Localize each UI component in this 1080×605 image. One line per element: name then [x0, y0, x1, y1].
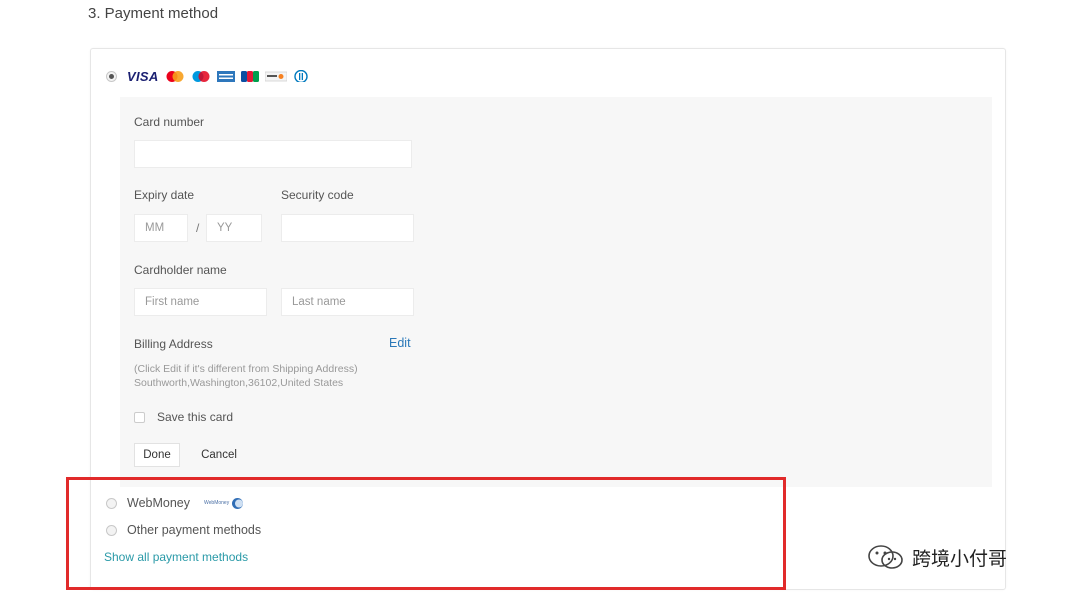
expiry-month-input[interactable]: MM [134, 214, 188, 242]
jcb-icon [240, 71, 259, 82]
expiry-year-input[interactable]: YY [206, 214, 262, 242]
last-name-input[interactable]: Last name [281, 288, 414, 316]
security-code-input[interactable] [281, 214, 414, 242]
done-button[interactable]: Done [134, 443, 180, 467]
card-option-radio[interactable] [106, 70, 117, 82]
save-card-label: Save this card [157, 410, 234, 424]
save-card-checkbox[interactable] [134, 412, 145, 423]
billing-address-value: Southworth,Washington,36102,United State… [134, 377, 344, 389]
discover-icon [264, 71, 287, 82]
cardholder-name-label: Cardholder name [134, 263, 227, 277]
billing-address-label: Billing Address [134, 337, 213, 351]
card-payment-option[interactable]: VISA [106, 66, 309, 86]
expiry-date-label: Expiry date [134, 188, 195, 202]
visa-logo: VISA [127, 68, 159, 84]
cancel-button[interactable]: Cancel [196, 443, 242, 467]
watermark-text: 跨境小付哥 [912, 547, 1008, 570]
expiry-separator: / [196, 221, 200, 235]
highlight-box [66, 477, 786, 590]
section-title: 3. Payment method [88, 5, 219, 22]
watermark: 跨境小付哥 [866, 542, 1007, 572]
diners-icon [293, 70, 308, 82]
card-number-input[interactable] [134, 140, 412, 168]
maestro-icon [192, 71, 210, 82]
edit-billing-link[interactable]: Edit [389, 336, 411, 350]
billing-hint: (Click Edit if it's different from Shipp… [134, 363, 358, 375]
amex-icon [216, 71, 235, 82]
security-code-label: Security code [281, 188, 354, 202]
wechat-icon [868, 545, 903, 569]
mastercard-icon [166, 71, 184, 82]
first-name-input[interactable]: First name [134, 288, 267, 316]
card-number-label: Card number [134, 115, 205, 129]
